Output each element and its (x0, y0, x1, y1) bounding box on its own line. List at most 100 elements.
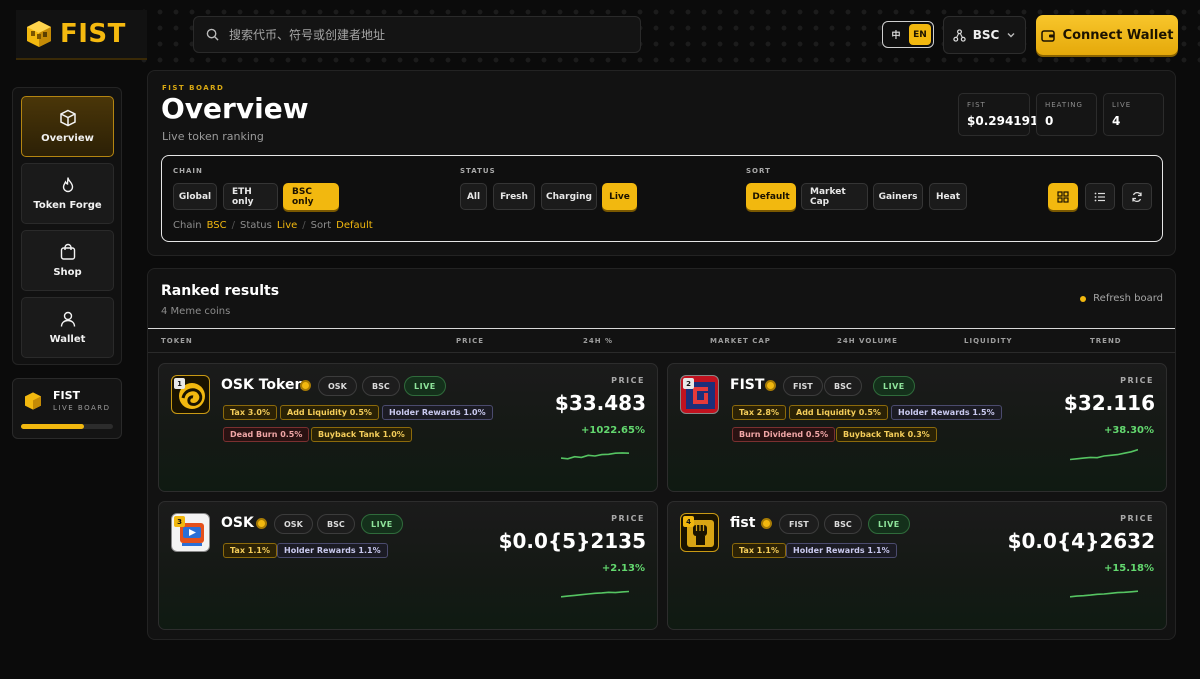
cube-logo-icon (27, 21, 51, 47)
token-card[interactable]: 3 OSK OSK BSC LIVE Tax 1.1% Holder Rewar… (158, 501, 658, 630)
brand-logo[interactable]: FIST (16, 10, 147, 60)
stat-label: FIST (967, 101, 986, 109)
chain-pill: BSC (824, 514, 862, 534)
table-header: TOKEN PRICE 24H % MARKET CAP 24H VOLUME … (148, 328, 1175, 353)
column-header-price[interactable]: PRICE (456, 337, 484, 345)
column-header-token[interactable]: TOKEN (161, 337, 193, 345)
chain-global-chip[interactable]: Global (173, 183, 217, 210)
token-name: FIST (730, 377, 765, 393)
symbol-pill: OSK (274, 514, 313, 534)
network-selector[interactable]: BSC (943, 16, 1026, 54)
language-toggle[interactable]: 中 EN (882, 21, 934, 48)
burn-dividend-tag: Burn Dividend 0.5% (732, 427, 836, 442)
status-all-chip[interactable]: All (460, 183, 487, 210)
search-bar[interactable] (193, 16, 641, 53)
cube-icon (59, 109, 76, 127)
lang-zh-option[interactable]: 中 (885, 24, 907, 45)
stat-heating: HEATING 0 (1036, 93, 1097, 136)
brand-name: FIST (60, 19, 126, 49)
stat-fist-price: FIST $0.294191 (958, 93, 1039, 136)
sidebar-item-token-forge[interactable]: Token Forge (21, 163, 114, 224)
sidebar-item-wallet[interactable]: Wallet (21, 297, 114, 358)
lang-en-option[interactable]: EN (909, 24, 931, 45)
status-live-chip[interactable]: Live (602, 183, 637, 210)
refresh-icon (1132, 191, 1142, 202)
column-header-market-cap[interactable]: MARKET CAP (710, 337, 771, 345)
sort-heat-chip[interactable]: Heat (929, 183, 967, 210)
cube-logo-icon (25, 392, 41, 410)
user-icon (60, 311, 75, 327)
trend-sparkline (1070, 590, 1138, 598)
price-change: +2.13% (601, 563, 645, 574)
chain-pill: BSC (824, 376, 862, 396)
stat-value: $0.294191 (967, 114, 1039, 128)
token-card[interactable]: 1 OSK Token OSK BSC LIVE Tax 3.0% Add Li… (158, 363, 658, 492)
price-change: +15.18% (1103, 563, 1154, 574)
grid-view-button[interactable] (1048, 183, 1078, 210)
sidebar-item-shop[interactable]: Shop (21, 230, 114, 291)
rank-badge: 1 (174, 378, 185, 389)
token-name: OSK Token (221, 377, 305, 393)
token-avatar: 1 (171, 375, 210, 414)
stat-label: HEATING (1045, 101, 1083, 109)
crumb-separator: / (302, 220, 306, 231)
network-icon (953, 28, 966, 42)
list-view-button[interactable] (1085, 183, 1115, 210)
holder-rewards-tag: Holder Rewards 1.1% (786, 543, 897, 558)
token-avatar: 4 (680, 513, 719, 552)
tax-tag: Tax 3.0% (223, 405, 277, 420)
coin-icon (765, 380, 776, 391)
token-card[interactable]: 2 FIST FIST BSC LIVE Tax 2.8% Add Liquid… (667, 363, 1167, 492)
live-board-card[interactable]: FIST LIVE BOARD (12, 378, 122, 439)
buyback-tank-tag: Buyback Tank 0.3% (836, 427, 937, 442)
status-filter-label: STATUS (460, 167, 496, 175)
token-price: $0.0{4}2632 (1007, 529, 1155, 553)
flame-icon (62, 177, 73, 193)
holder-rewards-tag: Holder Rewards 1.0% (382, 405, 493, 420)
sort-gainers-chip[interactable]: Gainers (873, 183, 923, 210)
status-charging-chip[interactable]: Charging (541, 183, 597, 210)
column-header-24h-volume[interactable]: 24H VOLUME (837, 337, 898, 345)
connect-wallet-button[interactable]: Connect Wallet (1036, 15, 1178, 55)
refresh-button[interactable] (1122, 183, 1152, 210)
crumb-sort-value: Default (336, 220, 373, 231)
page-title: Overview (161, 92, 309, 125)
status-badge: LIVE (868, 514, 910, 534)
sort-filter-label: SORT (746, 167, 771, 175)
chain-eth-chip[interactable]: ETH only (223, 183, 278, 210)
price-change: +38.30% (1103, 425, 1154, 436)
trend-sparkline (561, 590, 629, 598)
price-label: PRICE (611, 376, 645, 385)
sidebar-item-overview[interactable]: Overview (21, 96, 114, 157)
chevron-down-icon (1007, 33, 1015, 38)
trend-sparkline (561, 452, 629, 460)
status-badge: LIVE (361, 514, 403, 534)
chain-bsc-chip[interactable]: BSC only (283, 183, 339, 210)
coin-icon (300, 380, 311, 391)
top-bar: FIST 中 EN BSC Connect Wallet (0, 0, 1200, 70)
refresh-board-label: Refresh board (1093, 293, 1163, 304)
sidebar-item-label: Overview (41, 133, 94, 144)
list-icon (1094, 192, 1105, 201)
price-label: PRICE (611, 514, 645, 523)
filter-breadcrumb: Chain BSC / Status Live / Sort Default (173, 220, 373, 231)
sort-market-cap-chip[interactable]: Market Cap (801, 183, 868, 210)
trend-sparkline (1070, 448, 1138, 461)
status-fresh-chip[interactable]: Fresh (493, 183, 535, 210)
search-input[interactable] (229, 27, 609, 42)
token-card[interactable]: 4 fist FIST BSC LIVE Tax 1.1% Holder Rew… (667, 501, 1167, 630)
rank-badge: 2 (683, 378, 694, 389)
section-title: Ranked results (161, 283, 280, 299)
column-header-24h[interactable]: 24H % (583, 337, 613, 345)
price-change: +1022.65% (581, 425, 645, 436)
stat-value: 0 (1045, 114, 1054, 128)
column-header-trend[interactable]: TREND (1090, 337, 1122, 345)
refresh-board-link[interactable]: Refresh board (1080, 293, 1163, 304)
chain-filter-label: CHAIN (173, 167, 203, 175)
crumb-chain-value: BSC (206, 220, 227, 231)
overview-kicker: FIST BOARD (162, 84, 225, 92)
sort-default-chip[interactable]: Default (746, 183, 796, 210)
column-header-liquidity[interactable]: LIQUIDITY (964, 337, 1013, 345)
add-liquidity-tag: Add Liquidity 0.5% (280, 405, 379, 420)
price-label: PRICE (1120, 376, 1154, 385)
